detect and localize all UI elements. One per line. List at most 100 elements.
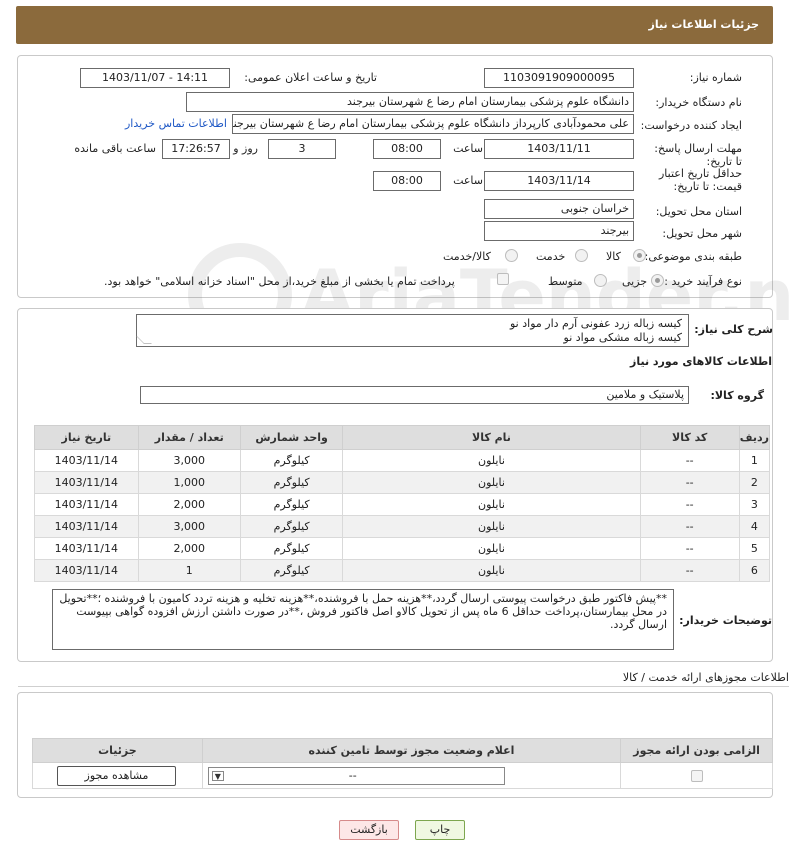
cell-quantity: 3,000 xyxy=(137,515,241,538)
description-label: شرح کلی نیاز: xyxy=(694,323,773,336)
category-service-label: خدمت xyxy=(536,250,566,263)
cell-quantity: 2,000 xyxy=(137,493,241,516)
goods-section-title: اطلاعات کالاهای مورد نیاز xyxy=(630,355,772,368)
permit-required-cell xyxy=(620,762,773,789)
cell-goods-name: نایلون xyxy=(342,449,641,472)
buyer-org-field: دانشگاه علوم پزشکی بیمارستان امام رضا ع … xyxy=(186,92,634,112)
category-radio-goods-service[interactable] xyxy=(505,249,518,262)
cell-goods-name: نایلون xyxy=(342,537,641,560)
buyer-contact-link[interactable]: اطلاعات تماس خریدار xyxy=(125,117,227,130)
purchase-medium-label: متوسط xyxy=(548,275,583,288)
permit-details-cell: مشاهده مجوز xyxy=(32,762,203,789)
buyer-notes-textarea[interactable]: **پیش فاکتور طبق درخواست پیوستی ارسال گر… xyxy=(52,589,674,650)
purchase-minor-label: جزیی xyxy=(622,275,648,288)
permit-status-cell: -- ▼ xyxy=(201,762,622,789)
col-quantity: تعداد / مقدار xyxy=(137,425,241,450)
buyer-org-label: نام دستگاه خریدار: xyxy=(655,96,742,109)
cell-need-date: 1403/11/14 xyxy=(34,559,139,582)
print-button[interactable]: چاپ xyxy=(415,820,465,840)
cell-row-number: 5 xyxy=(738,537,771,560)
table-row: 3 -- نایلون کیلوگرم 2,000 1403/11/14 xyxy=(34,493,771,516)
cell-goods-name: نایلون xyxy=(342,559,641,582)
col-permit-status: اعلام وضعیت مجوز توسط تامین کننده xyxy=(201,738,622,763)
col-permit-required: الزامی بودن ارائه مجوز xyxy=(620,738,773,763)
col-goods-name: نام کالا xyxy=(342,425,641,450)
need-number-label: شماره نیاز: xyxy=(689,71,742,84)
announce-date-field: 1403/11/07 - 14:11 xyxy=(80,68,230,88)
purchase-radio-minor[interactable] xyxy=(651,274,664,287)
deadline-time-label: ساعت xyxy=(453,142,483,155)
time-remaining-field: 17:26:57 xyxy=(162,139,230,159)
table-row: -- ▼ مشاهده مجوز xyxy=(32,762,773,789)
table-row: 4 -- نایلون کیلوگرم 3,000 1403/11/14 xyxy=(34,515,771,538)
permit-required-checkbox xyxy=(690,770,703,782)
cell-need-date: 1403/11/14 xyxy=(34,493,139,516)
validity-time-label: ساعت xyxy=(453,174,483,187)
deadline-date-field: 1403/11/11 xyxy=(484,139,634,159)
creator-field: علی محمودآبادی کارپرداز دانشگاه علوم پزش… xyxy=(232,114,634,134)
chevron-down-icon: ▼ xyxy=(211,771,224,781)
cell-quantity: 1,000 xyxy=(137,471,241,494)
page-title: جزئیات اطلاعات نیاز xyxy=(648,18,760,31)
cell-goods-code: -- xyxy=(639,515,740,538)
category-goods-service-label: کالا/خدمت xyxy=(443,250,491,263)
cell-goods-name: نایلون xyxy=(342,493,641,516)
cell-goods-name: نایلون xyxy=(342,471,641,494)
permits-table: الزامی بودن ارائه مجوز اعلام وضعیت مجوز … xyxy=(32,738,773,789)
treasury-payment-checkbox[interactable] xyxy=(497,273,509,285)
section-divider xyxy=(18,686,789,687)
category-radio-service[interactable] xyxy=(575,249,588,262)
goods-group-field: پلاستیک و ملامین xyxy=(140,386,689,404)
cell-unit: کیلوگرم xyxy=(239,493,344,516)
cell-need-date: 1403/11/14 xyxy=(34,449,139,472)
purchase-radio-medium[interactable] xyxy=(594,274,607,287)
cell-quantity: 1 xyxy=(137,559,241,582)
cell-row-number: 6 xyxy=(738,559,771,582)
need-number-field: 1103091909000095 xyxy=(484,68,634,88)
cell-need-date: 1403/11/14 xyxy=(34,537,139,560)
validity-time-field: 08:00 xyxy=(373,171,441,191)
view-permit-button[interactable]: مشاهده مجوز xyxy=(57,766,176,786)
category-goods-label: کالا xyxy=(606,250,621,263)
table-row: 5 -- نایلون کیلوگرم 2,000 1403/11/14 xyxy=(34,537,771,560)
cell-need-date: 1403/11/14 xyxy=(34,515,139,538)
category-radio-goods[interactable] xyxy=(633,249,646,262)
cell-unit: کیلوگرم xyxy=(239,559,344,582)
cell-quantity: 3,000 xyxy=(137,449,241,472)
time-remaining-label: ساعت باقی مانده xyxy=(74,142,156,155)
cell-unit: کیلوگرم xyxy=(239,449,344,472)
page-header: جزئیات اطلاعات نیاز xyxy=(16,6,773,44)
price-validity-label: حداقل تاریخ اعتبار قیمت: تا تاریخ: xyxy=(658,167,742,193)
cell-unit: کیلوگرم xyxy=(239,471,344,494)
validity-date-field: 1403/11/14 xyxy=(484,171,634,191)
province-label: استان محل تحویل: xyxy=(655,205,742,218)
cell-goods-code: -- xyxy=(639,537,740,560)
description-textarea[interactable]: کیسه زباله زرد عفونی آرم دار مواد نو کیس… xyxy=(136,314,689,347)
days-label: روز و xyxy=(233,142,258,155)
deadline-time-field: 08:00 xyxy=(373,139,441,159)
announce-date-label: تاریخ و ساعت اعلان عمومی: xyxy=(244,71,377,84)
cell-goods-code: -- xyxy=(639,559,740,582)
province-field: خراسان جنوبی xyxy=(484,199,634,219)
col-permit-details: جزئیات xyxy=(32,738,203,763)
permit-status-value: -- xyxy=(348,769,357,782)
description-line-1: کیسه زباله زرد عفونی آرم دار مواد نو xyxy=(510,317,682,330)
purchase-type-label: نوع فرآیند خرید : xyxy=(664,275,742,288)
goods-group-label: گروه کالا: xyxy=(710,389,764,402)
cell-row-number: 1 xyxy=(738,449,771,472)
cell-row-number: 3 xyxy=(738,493,771,516)
cell-goods-code: -- xyxy=(639,471,740,494)
back-button[interactable]: بازگشت xyxy=(339,820,399,840)
cell-goods-code: -- xyxy=(639,449,740,472)
cell-goods-name: نایلون xyxy=(342,515,641,538)
permits-section-title: اطلاعات مجوزهای ارائه خدمت / کالا xyxy=(622,671,789,684)
col-goods-code: کد کالا xyxy=(639,425,740,450)
table-row: 1 -- نایلون کیلوگرم 3,000 1403/11/14 xyxy=(34,449,771,472)
deadline-label: مهلت ارسال پاسخ: تا تاریخ: xyxy=(654,142,742,168)
city-field: بیرجند xyxy=(484,221,634,241)
category-label: طبقه بندی موضوعی: xyxy=(644,250,742,263)
col-row-number: ردیف xyxy=(738,425,771,450)
cell-goods-code: -- xyxy=(639,493,740,516)
creator-label: ایجاد کننده درخواست: xyxy=(640,119,742,132)
permit-status-select[interactable]: -- ▼ xyxy=(207,767,505,785)
